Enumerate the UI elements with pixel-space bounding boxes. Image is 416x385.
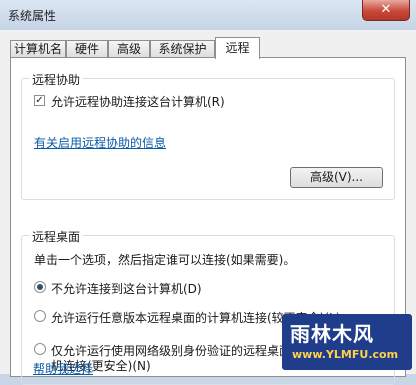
close-icon: ✕ xyxy=(380,2,392,17)
remote-desktop-instruction: 单击一个选项，然后指定谁可以连接(如果需要)。 xyxy=(34,253,296,267)
advanced-settings-button[interactable]: 高级(V)... xyxy=(290,167,383,188)
remote-desktop-title: 远程桌面 xyxy=(30,228,83,245)
tab-computer-name[interactable]: 计算机名 xyxy=(10,40,66,58)
option-deny-connections[interactable]: 不允许连接到这台计算机(D) xyxy=(34,280,364,296)
deny-connections-label: 不允许连接到这台计算机(D) xyxy=(51,282,202,296)
tab-remote[interactable]: 远程 xyxy=(215,37,260,59)
tab-hardware[interactable]: 硬件 xyxy=(66,40,108,58)
help-me-choose-link[interactable]: 帮助我选择 xyxy=(33,360,93,377)
remote-assistance-info-link[interactable]: 有关启用远程协助的信息 xyxy=(34,134,166,151)
title-bar: 系统属性 ✕ xyxy=(0,0,416,30)
allow-remote-assistance-checkbox[interactable]: ✓ xyxy=(34,95,45,106)
watermark-logo-text: 雨林木风 xyxy=(290,322,374,346)
deny-connections-radio[interactable] xyxy=(34,281,46,293)
tab-system-protection[interactable]: 系统保护 xyxy=(150,40,215,58)
allow-any-version-radio[interactable] xyxy=(34,310,46,322)
remote-assistance-group: 远程协助 ✓ 允许远程协助连接这台计算机(R) 有关启用远程协助的信息 高级(V… xyxy=(21,71,395,200)
allow-remote-assistance-label: 允许远程协助连接这台计算机(R) xyxy=(51,95,225,109)
tab-advanced[interactable]: 高级 xyxy=(108,40,150,58)
allow-nla-only-radio[interactable] xyxy=(34,343,46,355)
window-title: 系统属性 xyxy=(8,9,57,23)
close-button[interactable]: ✕ xyxy=(362,0,410,21)
site-watermark: 雨林木风 www.YLMFU.com xyxy=(282,314,412,370)
allow-remote-assistance-row[interactable]: ✓ 允许远程协助连接这台计算机(R) xyxy=(34,93,334,109)
remote-assistance-title: 远程协助 xyxy=(30,71,83,88)
watermark-url: www.YLMFU.com xyxy=(292,348,399,361)
